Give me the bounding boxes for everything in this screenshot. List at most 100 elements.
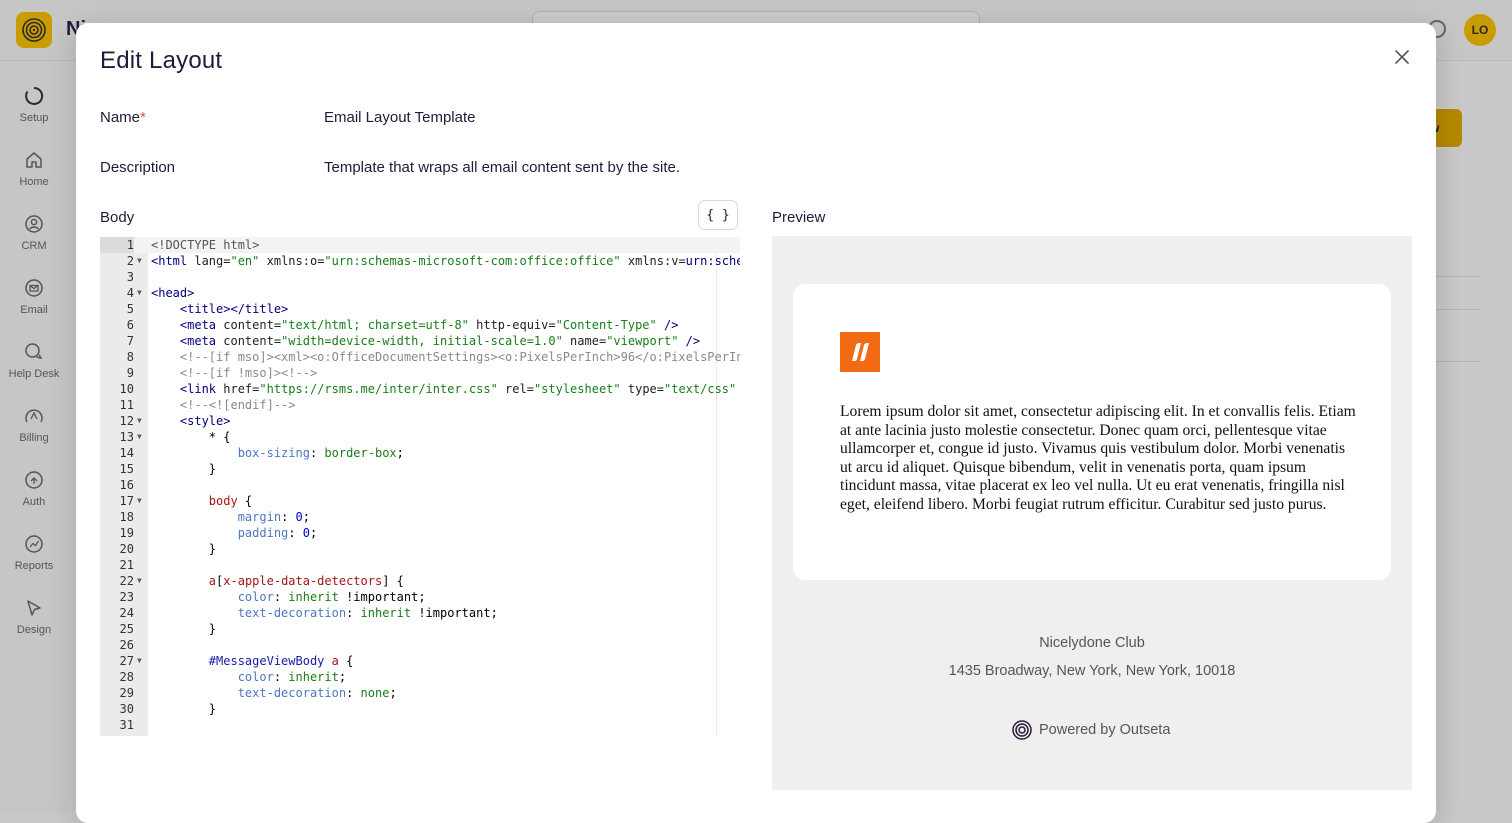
- code-line[interactable]: 27 ▼ #MessageViewBody a {: [100, 653, 740, 669]
- code-line[interactable]: 30 }: [100, 701, 740, 717]
- email-icon: [25, 279, 43, 297]
- fold-arrow-icon[interactable]: ▼: [137, 413, 147, 429]
- line-code: <!--[if mso]><xml><o:OfficeDocumentSetti…: [151, 350, 740, 364]
- line-code: <meta content="width=device-width, initi…: [179, 334, 701, 348]
- line-number: 20: [119, 542, 134, 556]
- code-line[interactable]: 18 margin: 0;: [100, 509, 740, 525]
- line-code: <title></title>: [179, 302, 289, 316]
- line-number: 5: [126, 302, 134, 316]
- sidebar-item-label: Email: [20, 304, 48, 316]
- fold-arrow-icon[interactable]: ▼: [137, 429, 147, 445]
- fold-arrow-icon[interactable]: ▼: [137, 253, 147, 269]
- line-code: margin: 0;: [237, 510, 310, 524]
- code-line[interactable]: 25 }: [100, 621, 740, 637]
- background-divider: [1436, 361, 1480, 362]
- code-line[interactable]: 16: [100, 477, 740, 493]
- sidebar-item-billing[interactable]: Billing: [0, 405, 68, 444]
- line-number: 13: [119, 430, 134, 444]
- code-line[interactable]: 4 ▼ <head>: [100, 285, 740, 301]
- code-line[interactable]: 23 color: inherit !important;: [100, 589, 740, 605]
- line-code: * {: [151, 430, 231, 444]
- code-line[interactable]: 10 <link href="https://rsms.me/inter/int…: [100, 381, 740, 397]
- code-line[interactable]: 31: [100, 717, 740, 733]
- name-field[interactable]: Email Layout Template: [324, 109, 475, 126]
- line-number: 31: [119, 718, 134, 732]
- powered-by-link[interactable]: Powered by Outseta: [1012, 720, 1170, 740]
- footer-company-name: Nicelydone Club: [1039, 635, 1145, 651]
- sidebar-item-label: Billing: [19, 432, 49, 444]
- sidebar-item-help-desk[interactable]: Help Desk: [0, 341, 68, 380]
- line-number: 2: [126, 254, 134, 268]
- edit-layout-modal: Edit Layout Name* Email Layout Template …: [76, 23, 1436, 823]
- line-code: padding: 0;: [237, 526, 318, 540]
- code-line[interactable]: 13 ▼ * {: [100, 429, 740, 445]
- sidebar-item-home[interactable]: Home: [0, 149, 68, 188]
- code-line[interactable]: 11 <!--<![endif]-->: [100, 397, 740, 413]
- code-line[interactable]: 24 text-decoration: inherit !important;: [100, 605, 740, 621]
- fold-arrow-icon[interactable]: ▼: [137, 285, 147, 301]
- line-number: 12: [119, 414, 134, 428]
- code-line[interactable]: 8 <!--[if mso]><xml><o:OfficeDocumentSet…: [100, 349, 740, 365]
- format-code-button[interactable]: { }: [698, 200, 738, 230]
- code-line[interactable]: 19 padding: 0;: [100, 525, 740, 541]
- code-line[interactable]: 17 ▼ body {: [100, 493, 740, 509]
- line-number: 11: [119, 398, 134, 412]
- code-line[interactable]: 28 color: inherit;: [100, 669, 740, 685]
- code-line[interactable]: 29 text-decoration: none;: [100, 685, 740, 701]
- line-number: 29: [119, 686, 134, 700]
- line-number: 6: [126, 318, 134, 332]
- fold-arrow-icon[interactable]: ▼: [137, 653, 147, 669]
- code-line[interactable]: 6 <meta content="text/html; charset=utf-…: [100, 317, 740, 333]
- sidebar-item-reports[interactable]: Reports: [0, 533, 68, 572]
- line-number: 28: [119, 670, 134, 684]
- line-code: color: inherit !important;: [237, 590, 426, 604]
- code-line[interactable]: 21: [100, 557, 740, 573]
- code-line[interactable]: 20 }: [100, 541, 740, 557]
- code-line[interactable]: 2 ▼ <html lang="en" xmlns:o="urn:schemas-m…: [100, 253, 740, 269]
- sidebar-item-crm[interactable]: CRM: [0, 213, 68, 252]
- app-logo-icon[interactable]: [16, 12, 52, 48]
- help-desk-chat-icon: [25, 343, 43, 359]
- name-label: Name*: [100, 109, 146, 126]
- code-line[interactable]: 5 <title></title>: [100, 301, 740, 317]
- email-preview: Lorem ipsum dolor sit amet, consectetur …: [772, 236, 1412, 790]
- line-number: 18: [119, 510, 134, 524]
- line-number: 15: [119, 462, 134, 476]
- sidebar-item-setup[interactable]: Setup: [0, 85, 68, 124]
- line-code: <head>: [151, 286, 195, 300]
- code-line[interactable]: 22 ▼ a[x-apple-data-detectors] {: [100, 573, 740, 589]
- line-number: 10: [119, 382, 134, 396]
- modal-title: Edit Layout: [100, 47, 223, 74]
- fold-arrow-icon[interactable]: ▼: [137, 573, 147, 589]
- line-number: 24: [119, 606, 134, 620]
- auth-icon: [25, 471, 43, 489]
- line-code: text-decoration: none;: [237, 686, 397, 700]
- code-line[interactable]: 7 <meta content="width=device-width, ini…: [100, 333, 740, 349]
- code-line[interactable]: 9 <!--[if !mso]><!-->: [100, 365, 740, 381]
- code-line[interactable]: 12 ▼ <style>: [100, 413, 740, 429]
- fold-arrow-icon[interactable]: ▼: [137, 493, 147, 509]
- line-code: }: [151, 462, 217, 476]
- sidebar-item-design[interactable]: Design: [0, 597, 68, 636]
- sidebar-item-auth[interactable]: Auth: [0, 469, 68, 508]
- line-number: 7: [126, 334, 134, 348]
- code-editor[interactable]: 1 <!DOCTYPE html> 2 ▼ <html lang="en" xmlns:…: [100, 237, 740, 736]
- sidebar-item-label: Setup: [19, 112, 49, 124]
- code-line[interactable]: 3: [100, 269, 740, 285]
- description-field[interactable]: Template that wraps all email content se…: [324, 159, 680, 176]
- sidebar-item-email[interactable]: Email: [0, 277, 68, 316]
- user-avatar[interactable]: LO: [1464, 14, 1496, 46]
- close-icon[interactable]: [1392, 47, 1412, 67]
- footer-address: 1435 Broadway, New York, New York, 10018: [948, 663, 1236, 679]
- code-line[interactable]: 1 <!DOCTYPE html>: [100, 237, 740, 253]
- line-number: 27: [119, 654, 134, 668]
- code-line[interactable]: 14 box-sizing: border-box;: [100, 445, 740, 461]
- preview-card: Lorem ipsum dolor sit amet, consectetur …: [793, 284, 1391, 580]
- code-line[interactable]: 26: [100, 637, 740, 653]
- code-lines: 1 <!DOCTYPE html> 2 ▼ <html lang="en" xmlns:…: [100, 237, 740, 733]
- reports-icon: [25, 535, 43, 553]
- code-line[interactable]: 15 }: [100, 461, 740, 477]
- line-number: 1: [100, 237, 134, 253]
- design-cursor-icon: [27, 600, 41, 616]
- line-number: 25: [119, 622, 134, 636]
